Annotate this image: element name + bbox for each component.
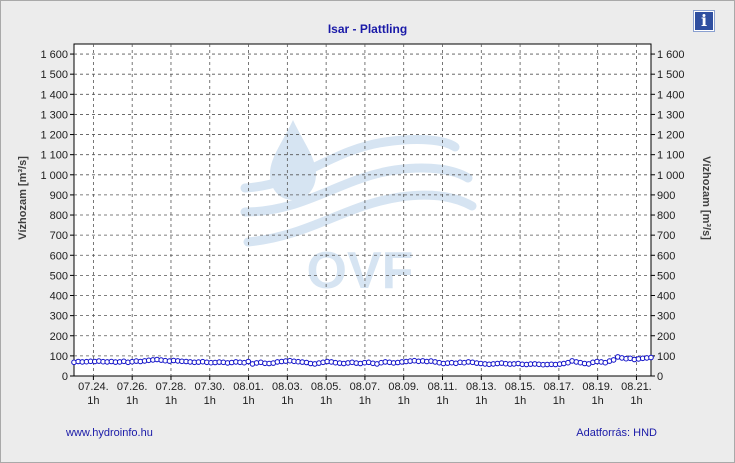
y-tick-label: 700 bbox=[657, 230, 675, 242]
x-tick-sublabel: 1h bbox=[475, 395, 487, 407]
y-tick-label: 1 000 bbox=[657, 170, 685, 182]
x-tick-sublabel: 1h bbox=[630, 395, 642, 407]
x-tick-sublabel: 1h bbox=[553, 395, 565, 407]
y-tick-label: 1 600 bbox=[657, 49, 685, 61]
x-tick-label: 07.28. bbox=[156, 381, 187, 393]
x-tick-label: 08.01. bbox=[233, 381, 264, 393]
x-tick-sublabel: 1h bbox=[165, 395, 177, 407]
x-tick-label: 07.24. bbox=[78, 381, 109, 393]
x-tick-label: 08.21. bbox=[621, 381, 652, 393]
data-source-label: Adatforrás: HND bbox=[576, 427, 657, 439]
x-tick-sublabel: 1h bbox=[242, 395, 254, 407]
watermark-text: OVF bbox=[307, 242, 414, 300]
x-tick-label: 08.17. bbox=[544, 381, 575, 393]
y-tick-label: 300 bbox=[657, 311, 675, 323]
y-tick-label: 1 500 bbox=[40, 69, 68, 81]
y-tick-label: 400 bbox=[657, 291, 675, 303]
y-tick-label: 500 bbox=[50, 270, 68, 282]
y-axis-left: 0 100 200 300 400 500 600 700 800 900 1 000 1 100 1 … bbox=[40, 49, 74, 383]
y-tick-label: 0 bbox=[62, 371, 68, 383]
y-tick-label: 100 bbox=[50, 351, 68, 363]
y-tick-label: 300 bbox=[50, 311, 68, 323]
y-tick-label: 1 000 bbox=[40, 170, 68, 182]
y-tick-label: 100 bbox=[657, 351, 675, 363]
x-tick-label: 08.05. bbox=[311, 381, 342, 393]
x-tick-label: 08.19. bbox=[582, 381, 613, 393]
x-tick-sublabel: 1h bbox=[359, 395, 371, 407]
x-tick-sublabel: 1h bbox=[514, 395, 526, 407]
hydrograph-chart: OVF 0 100 200 300 400 500 600 700 800 900 1 000 1 1… bbox=[17, 43, 712, 407]
y-tick-label: 200 bbox=[50, 331, 68, 343]
x-tick-label: 08.09. bbox=[388, 381, 419, 393]
x-tick-label: 08.15. bbox=[505, 381, 536, 393]
x-tick-sublabel: 1h bbox=[592, 395, 604, 407]
y-tick-label: 1 400 bbox=[657, 89, 685, 101]
x-axis: 07.24. 1h 07.26. 1h 07.28. 1h 07.30. 1h 08.01. 1h… bbox=[78, 376, 652, 407]
y-tick-label: 1 100 bbox=[657, 150, 685, 162]
x-tick-sublabel: 1h bbox=[87, 395, 99, 407]
x-tick-label: 08.07. bbox=[350, 381, 381, 393]
y-tick-label: 1 200 bbox=[40, 130, 68, 142]
x-tick-label: 08.11. bbox=[428, 381, 458, 393]
y-tick-label: 0 bbox=[657, 371, 663, 383]
y-tick-label: 1 600 bbox=[40, 49, 68, 61]
y-tick-label: 600 bbox=[657, 250, 675, 262]
y-tick-label: 800 bbox=[657, 210, 675, 222]
y-tick-label: 800 bbox=[50, 210, 68, 222]
y-tick-label: 700 bbox=[50, 230, 68, 242]
y-tick-label: 1 500 bbox=[657, 69, 685, 81]
y-tick-label: 900 bbox=[50, 190, 68, 202]
website-link[interactable]: www.hydroinfo.hu bbox=[66, 427, 153, 439]
y-axis-label-right: Vízhozam [m³/s] bbox=[700, 156, 712, 240]
x-tick-sublabel: 1h bbox=[204, 395, 216, 407]
y-tick-label: 1 300 bbox=[657, 109, 685, 121]
y-tick-label: 1 100 bbox=[40, 150, 68, 162]
y-tick-label: 1 200 bbox=[657, 130, 685, 142]
x-tick-label: 07.26. bbox=[117, 381, 148, 393]
x-tick-sublabel: 1h bbox=[436, 395, 448, 407]
y-tick-label: 400 bbox=[50, 291, 68, 303]
x-tick-label: 08.13. bbox=[466, 381, 497, 393]
y-tick-label: 600 bbox=[50, 250, 68, 262]
y-tick-label: 200 bbox=[657, 331, 675, 343]
x-tick-sublabel: 1h bbox=[281, 395, 293, 407]
y-axis-label-left: Vízhozam [m³/s] bbox=[17, 156, 29, 240]
y-tick-label: 1 400 bbox=[40, 89, 68, 101]
y-axis-right: 0 100 200 300 400 500 600 700 800 900 1 000 1 100 1 … bbox=[651, 49, 685, 383]
x-tick-label: 08.03. bbox=[272, 381, 303, 393]
x-tick-sublabel: 1h bbox=[320, 395, 332, 407]
y-tick-label: 900 bbox=[657, 190, 675, 202]
x-tick-label: 07.30. bbox=[194, 381, 225, 393]
x-tick-sublabel: 1h bbox=[398, 395, 410, 407]
data-point bbox=[648, 354, 654, 361]
data-point bbox=[610, 357, 617, 363]
y-tick-label: 500 bbox=[657, 270, 675, 282]
x-tick-sublabel: 1h bbox=[126, 395, 138, 407]
y-tick-label: 1 300 bbox=[40, 109, 68, 121]
